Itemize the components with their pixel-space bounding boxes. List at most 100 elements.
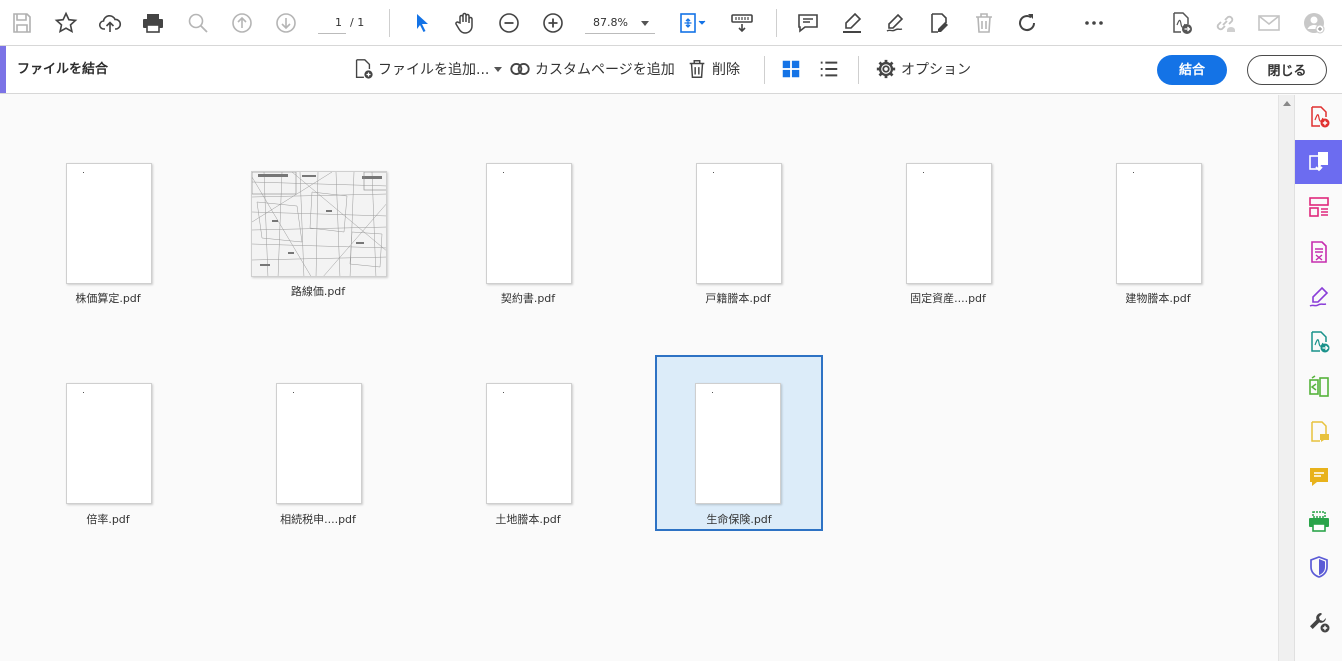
share-file-icon[interactable]	[1167, 9, 1195, 37]
fit-page-icon[interactable]	[675, 9, 711, 37]
fill-sign-tool[interactable]	[1295, 275, 1342, 319]
map-thumbnail	[251, 171, 387, 277]
file-thumbnail	[66, 163, 152, 284]
trash-icon	[689, 60, 705, 78]
file-item[interactable]: 固定資産....pdf	[864, 155, 1032, 331]
file-item[interactable]: 契約書.pdf	[444, 155, 612, 331]
file-thumbnail-grid: 株価算定.pdf 路線価.pdf 契約書.pdf 戸籍謄本.pdf 固定資産..…	[0, 95, 1278, 661]
chevron-down-icon	[494, 66, 503, 72]
send-for-review-tool[interactable]	[1295, 320, 1342, 364]
combine-files-tool[interactable]	[1295, 140, 1342, 184]
edit-pdf-icon[interactable]	[925, 9, 953, 37]
zoom-search-icon[interactable]	[184, 9, 212, 37]
file-name: 建物謄本.pdf	[1125, 292, 1191, 305]
toolbar-divider	[764, 56, 765, 84]
page-number-input[interactable]: 1	[318, 12, 346, 34]
file-item[interactable]: 株価算定.pdf	[24, 155, 192, 331]
add-custom-page-button[interactable]: カスタムページを追加	[509, 54, 675, 84]
file-item[interactable]: 建物謄本.pdf	[1074, 155, 1242, 331]
delete-label: 削除	[712, 62, 740, 78]
toolbar-divider	[389, 9, 390, 37]
zoom-level-select[interactable]: 87.8%	[585, 12, 655, 34]
create-pdf-icon	[1310, 106, 1329, 128]
file-name: 株価算定.pdf	[75, 292, 141, 305]
file-name: 路線価.pdf	[290, 285, 346, 298]
protect-tool[interactable]	[1295, 545, 1342, 589]
chevron-down-icon	[641, 21, 649, 26]
scroll-mode-icon[interactable]	[728, 9, 756, 37]
fill-sign-icon	[1309, 286, 1328, 307]
file-item[interactable]: 倍率.pdf	[24, 375, 192, 551]
wrench-icon	[1309, 613, 1329, 633]
zoom-in-icon[interactable]	[539, 9, 567, 37]
file-name: 土地謄本.pdf	[495, 513, 561, 526]
more-icon[interactable]	[1080, 9, 1108, 37]
file-thumbnail	[276, 383, 362, 504]
account-icon[interactable]	[1300, 9, 1328, 37]
print-production-tool[interactable]	[1295, 500, 1342, 544]
file-item[interactable]: 路線価.pdf	[234, 155, 402, 331]
more-tools-button[interactable]	[1295, 600, 1342, 644]
select-cursor-icon[interactable]	[408, 9, 436, 37]
file-thumbnail	[66, 383, 152, 504]
tool-accent-strip	[0, 46, 6, 93]
zoom-out-icon[interactable]	[495, 9, 523, 37]
file-thumbnail	[1116, 163, 1202, 284]
add-file-icon	[355, 59, 373, 79]
file-item-selected[interactable]: 生命保険.pdf	[655, 355, 823, 531]
main-toolbar: 1 / 1 87.8%	[0, 0, 1342, 46]
close-button[interactable]: 閉じる	[1247, 55, 1327, 85]
trash-icon[interactable]	[970, 9, 998, 37]
highlight-icon[interactable]	[838, 9, 866, 37]
file-thumbnail	[486, 163, 572, 284]
rotate-icon[interactable]	[1013, 9, 1041, 37]
grid-view-icon	[782, 60, 800, 78]
vertical-scrollbar[interactable]	[1278, 95, 1294, 661]
file-name: 倍率.pdf	[86, 513, 130, 526]
sign-icon[interactable]	[882, 9, 910, 37]
tools-pane	[1294, 95, 1342, 661]
add-comment-file-tool[interactable]	[1295, 410, 1342, 454]
list-view-button[interactable]	[818, 54, 844, 84]
add-custom-page-label: カスタムページを追加	[535, 62, 675, 78]
file-item[interactable]: 相続税申....pdf	[234, 375, 402, 551]
file-name: 生命保険.pdf	[706, 513, 772, 526]
compare-files-tool[interactable]	[1295, 365, 1342, 409]
file-item[interactable]: 土地謄本.pdf	[444, 375, 612, 551]
save-icon[interactable]	[8, 9, 36, 37]
options-button[interactable]: オプション	[875, 54, 971, 84]
organize-pages-tool[interactable]	[1295, 185, 1342, 229]
page-total: / 1	[350, 16, 365, 29]
thumbnail-view-button[interactable]	[780, 54, 806, 84]
export-pdf-icon	[1310, 241, 1327, 263]
toolbar-divider	[858, 56, 859, 84]
page-title: ファイルを結合	[17, 62, 109, 77]
gear-icon	[876, 59, 896, 79]
send-for-review-icon	[1310, 331, 1329, 353]
toolbar-divider	[776, 9, 777, 37]
cloud-upload-icon[interactable]	[96, 9, 124, 37]
file-item[interactable]: 戸籍謄本.pdf	[654, 155, 822, 331]
scroll-up-icon[interactable]	[1283, 101, 1291, 106]
link-icon[interactable]	[1211, 9, 1239, 37]
combine-button[interactable]: 結合	[1157, 55, 1227, 85]
add-files-button[interactable]: ファイルを追加...	[352, 54, 503, 84]
compare-files-icon	[1308, 375, 1329, 397]
file-thumbnail	[906, 163, 992, 284]
print-production-icon	[1308, 511, 1329, 532]
page-down-icon[interactable]	[272, 9, 300, 37]
export-pdf-tool[interactable]	[1295, 230, 1342, 274]
star-icon[interactable]	[52, 9, 80, 37]
file-name: 相続税申....pdf	[280, 513, 356, 526]
comment-icon[interactable]	[794, 9, 822, 37]
email-icon[interactable]	[1255, 9, 1283, 37]
options-label: オプション	[901, 62, 971, 78]
create-pdf-tool[interactable]	[1295, 95, 1342, 139]
comment-tool[interactable]	[1295, 455, 1342, 499]
delete-button[interactable]: 削除	[686, 54, 740, 84]
list-view-icon	[820, 61, 838, 77]
print-icon[interactable]	[139, 9, 167, 37]
page-up-icon[interactable]	[228, 9, 256, 37]
hand-icon[interactable]	[451, 9, 479, 37]
file-name: 契約書.pdf	[500, 292, 556, 305]
